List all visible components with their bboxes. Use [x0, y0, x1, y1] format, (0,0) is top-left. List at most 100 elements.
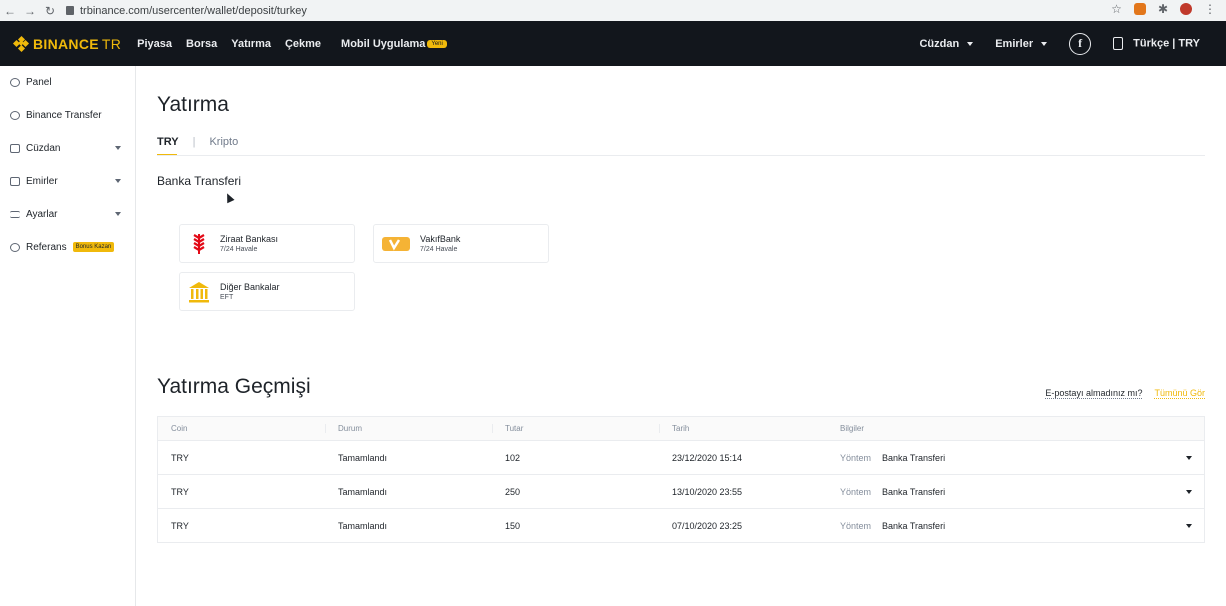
sidebar-item-ayarlar[interactable]: Ayarlar	[10, 204, 125, 224]
row-info: Yöntem Banka Transferi	[840, 453, 945, 463]
language-currency-selector[interactable]: Türkçe | TRY	[1113, 37, 1200, 50]
row-coin: TRY	[171, 486, 189, 497]
see-all-link[interactable]: Tümünü Gör	[1154, 388, 1205, 399]
facebook-icon[interactable]: f	[1069, 32, 1092, 55]
sidebar-item-referans[interactable]: Referans Bonus Kazan	[10, 237, 125, 257]
sidebar: Panel Binance Transfer Cüzdan Emirler Ay…	[0, 66, 136, 606]
tab-kripto[interactable]: Kripto	[209, 136, 238, 148]
ziraat-logo-icon	[187, 232, 211, 256]
sidebar-item-emirler[interactable]: Emirler	[10, 171, 125, 191]
mobile-phone-icon	[1113, 37, 1124, 50]
header-date-cell: Tarih	[659, 417, 690, 440]
deposit-tabs: TRY | Kripto	[157, 136, 238, 156]
table-row[interactable]: TRY Tamamlandı 150 07/10/2020 23:25 Yönt…	[158, 509, 1204, 542]
chevron-down-icon	[967, 41, 974, 46]
sidebar-item-label: Referans	[26, 241, 67, 253]
forward-icon[interactable]: →	[20, 4, 40, 18]
chevron-down-icon	[115, 146, 121, 150]
add-user-icon	[10, 242, 20, 252]
method-value: Banka Transferi	[882, 520, 946, 531]
nav-link-piyasa[interactable]: Piyasa	[137, 38, 172, 50]
url-text: trbinance.com/usercenter/wallet/deposit/…	[80, 4, 307, 17]
bank-name: VakıfBank	[420, 233, 461, 244]
expand-caret-icon[interactable]	[1186, 489, 1192, 494]
orders-icon	[10, 176, 20, 186]
extensions-puzzle-icon[interactable]: ✱	[1158, 2, 1168, 16]
history-title: Yatırma Geçmişi	[157, 375, 311, 398]
sidebar-item-label: Cüzdan	[26, 142, 61, 154]
orders-menu[interactable]: Emirler	[995, 37, 1048, 50]
metamask-extension-icon[interactable]	[1133, 3, 1146, 15]
settings-sliders-icon	[10, 210, 20, 218]
browser-toolbar: ← → ↻ trbinance.com/usercenter/wallet/de…	[0, 0, 1226, 21]
bookmark-star-icon[interactable]: ☆	[1111, 2, 1122, 16]
row-info: Yöntem Banka Transferi	[840, 487, 945, 497]
lock-icon	[66, 6, 74, 15]
sidebar-item-label: Binance Transfer	[26, 109, 102, 121]
logo-text: BINANCE	[33, 35, 99, 52]
main-content: Yatırma TRY | Kripto Banka Transferi Zir…	[136, 66, 1226, 606]
address-bar[interactable]: trbinance.com/usercenter/wallet/deposit/…	[66, 5, 307, 17]
sidebar-item-label: Emirler	[26, 175, 58, 187]
header-status: Durum	[325, 424, 363, 433]
row-amount: 102	[505, 452, 521, 463]
orders-menu-label: Emirler	[995, 37, 1034, 50]
back-icon[interactable]: ←	[0, 4, 20, 18]
header-info: Bilgiler	[840, 424, 865, 433]
bank-building-icon	[187, 280, 211, 304]
reload-icon[interactable]: ↻	[40, 4, 60, 18]
row-amount: 250	[505, 486, 521, 497]
table-row[interactable]: TRY Tamamlandı 102 23/12/2020 15:14 Yönt…	[158, 441, 1204, 475]
page-title: Yatırma	[157, 93, 229, 116]
row-status: Tamamlandı	[338, 520, 388, 531]
header-amount-cell: Tutar	[492, 417, 524, 440]
binance-tr-logo[interactable]: BINANCE TR	[12, 35, 122, 52]
row-date: 23/12/2020 15:14	[672, 452, 743, 463]
table-row[interactable]: TRY Tamamlandı 250 13/10/2020 23:55 Yönt…	[158, 475, 1204, 509]
header-amount: Tutar	[492, 424, 524, 433]
tab-divider	[157, 155, 1205, 156]
method-label: Yöntem	[840, 452, 872, 463]
user-icon	[10, 77, 20, 87]
bank-card-vakifbank[interactable]: VakıfBank 7/24 Havale	[373, 224, 549, 263]
method-label: Yöntem	[840, 486, 872, 497]
nav-link-mobil-uygulama[interactable]: Mobil Uygulama Yeni	[341, 38, 447, 50]
wallet-menu[interactable]: Cüzdan	[919, 37, 974, 50]
tab-try[interactable]: TRY	[157, 136, 179, 156]
chevron-down-icon	[115, 212, 121, 216]
bank-name: Diğer Bankalar	[220, 281, 280, 292]
sidebar-item-label: Panel	[26, 76, 52, 88]
row-status: Tamamlandı	[338, 486, 388, 497]
nav-link-borsa[interactable]: Borsa	[186, 38, 217, 50]
bank-card-diger[interactable]: Diğer Bankalar EFT	[179, 272, 355, 311]
email-not-received-link[interactable]: E-postayı almadınız mı?	[1045, 388, 1143, 399]
expand-caret-icon[interactable]	[1186, 455, 1192, 460]
table-header: Coin Durum Tutar Tarih Bilgiler	[158, 417, 1204, 441]
sidebar-item-panel[interactable]: Panel	[10, 72, 125, 92]
sidebar-item-cuzdan[interactable]: Cüzdan	[10, 138, 125, 158]
transfer-icon	[10, 110, 20, 120]
bank-card-ziraat[interactable]: Ziraat Bankası 7/24 Havale	[179, 224, 355, 263]
browser-menu-icon[interactable]: ⋮	[1204, 2, 1216, 16]
extension-icon[interactable]	[1180, 3, 1192, 15]
bonus-badge: Bonus Kazan	[72, 242, 115, 252]
expand-caret-icon[interactable]	[1186, 523, 1192, 528]
chevron-down-icon	[115, 179, 121, 183]
header-coin: Coin	[171, 424, 188, 433]
bank-transfer-type: 7/24 Havale	[220, 245, 258, 253]
row-date: 13/10/2020 23:55	[672, 486, 743, 497]
wallet-menu-label: Cüzdan	[919, 37, 960, 50]
nav-link-cekme[interactable]: Çekme	[285, 38, 321, 50]
nav-link-yatirma[interactable]: Yatırma	[231, 38, 271, 50]
logo-suffix: TR	[101, 35, 122, 52]
nav-link-mobil-label: Mobil Uygulama	[341, 37, 426, 50]
header-status-cell: Durum	[325, 417, 363, 440]
row-amount: 150	[505, 520, 521, 531]
bank-transfer-type: 7/24 Havale	[420, 245, 458, 253]
method-label: Yöntem	[840, 520, 872, 531]
vakifbank-logo-icon	[381, 232, 411, 256]
language-label: Türkçe | TRY	[1133, 37, 1200, 50]
bank-name: Ziraat Bankası	[220, 233, 279, 244]
sidebar-item-binance-transfer[interactable]: Binance Transfer	[10, 105, 125, 125]
section-title: Banka Transferi	[157, 174, 242, 188]
